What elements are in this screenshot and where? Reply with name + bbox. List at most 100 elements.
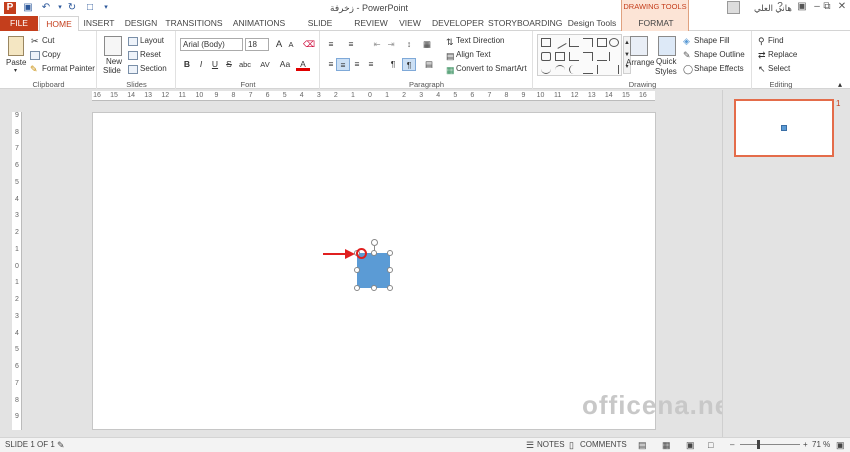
handle-left[interactable] bbox=[354, 267, 360, 273]
change-case-button[interactable]: Aa bbox=[276, 58, 294, 71]
right-to-left-icon[interactable]: ¶ bbox=[402, 58, 416, 71]
slide-sorter-icon[interactable]: ▦ bbox=[662, 440, 671, 451]
tab-insert[interactable]: INSERT bbox=[82, 16, 116, 31]
section-button[interactable]: Section bbox=[140, 64, 167, 73]
collapse-ribbon-icon[interactable]: ▴ bbox=[838, 80, 842, 89]
shape-oval-icon[interactable] bbox=[609, 38, 619, 47]
shape-outline-icon[interactable]: ✎ bbox=[683, 50, 691, 61]
left-to-right-icon[interactable]: ¶ bbox=[386, 58, 400, 71]
clear-formatting-icon[interactable]: ⌫ bbox=[302, 38, 316, 51]
layout-button[interactable]: Layout bbox=[140, 36, 164, 45]
customize-quick-access-icon[interactable]: ▾ bbox=[100, 2, 112, 14]
slideshow-view-icon[interactable]: □ bbox=[708, 440, 713, 450]
shape-arrow-down-icon[interactable] bbox=[609, 52, 619, 61]
underline-button[interactable]: U bbox=[208, 58, 222, 71]
undo-icon[interactable]: ↶ bbox=[40, 2, 52, 14]
find-button[interactable]: Find bbox=[768, 36, 784, 45]
columns-layout-icon[interactable]: ▤ bbox=[422, 58, 436, 71]
new-slide-label-2[interactable]: Slide bbox=[103, 66, 121, 75]
align-right-icon[interactable]: ≡ bbox=[350, 58, 364, 71]
align-text-button[interactable]: Align Text bbox=[456, 50, 491, 59]
bullets-icon[interactable]: ≡ bbox=[324, 38, 338, 51]
spelling-check-icon[interactable]: ✎ bbox=[57, 440, 65, 451]
reading-view-icon[interactable]: ▣ bbox=[686, 440, 695, 451]
quick-styles-icon[interactable] bbox=[658, 36, 676, 56]
smartart-icon[interactable]: ▦ bbox=[446, 65, 455, 76]
shape-effects-button[interactable]: Shape Effects bbox=[694, 64, 744, 73]
tab-review[interactable]: REVIEW bbox=[354, 16, 388, 31]
cut-button[interactable]: Cut bbox=[42, 36, 54, 45]
shape-curve-icon[interactable] bbox=[555, 65, 565, 74]
help-icon[interactable]: ? bbox=[770, 0, 790, 14]
convert-to-smartart-button[interactable]: Convert to SmartArt bbox=[456, 64, 527, 73]
tab-developer[interactable]: DEVELOPER bbox=[432, 16, 484, 31]
tab-file[interactable]: FILE bbox=[0, 16, 38, 31]
select-button[interactable]: Select bbox=[768, 64, 790, 73]
align-center-icon[interactable]: ≡ bbox=[336, 58, 350, 71]
shape-textbox-icon[interactable] bbox=[541, 38, 551, 47]
bold-button[interactable]: B bbox=[180, 58, 194, 71]
notes-button[interactable]: NOTES bbox=[537, 440, 565, 449]
justify-icon[interactable]: ≡ bbox=[364, 58, 378, 71]
shape-triangle-icon[interactable] bbox=[555, 52, 565, 61]
text-direction-icon[interactable]: ⇅ bbox=[446, 37, 454, 48]
shape-connector-icon[interactable] bbox=[583, 38, 593, 47]
increase-indent-icon[interactable]: ⇥ bbox=[384, 38, 398, 51]
line-spacing-icon[interactable]: ↕ bbox=[402, 38, 416, 51]
shape-fill-icon[interactable]: ◈ bbox=[683, 36, 690, 47]
zoom-slider-track[interactable] bbox=[740, 444, 800, 445]
character-spacing-button[interactable]: AV bbox=[256, 58, 274, 71]
text-direction-button[interactable]: Text Direction bbox=[456, 36, 504, 45]
handle-bottom[interactable] bbox=[371, 285, 377, 291]
comments-button[interactable]: COMMENTS bbox=[580, 440, 627, 449]
section-icon[interactable] bbox=[128, 65, 138, 74]
handle-right[interactable] bbox=[387, 267, 393, 273]
save-icon[interactable]: ▣ bbox=[22, 2, 34, 14]
shape-rectangle-icon[interactable] bbox=[597, 38, 607, 47]
select-icon[interactable]: ↖ bbox=[758, 64, 766, 75]
quick-styles-label[interactable]: Quick bbox=[656, 57, 676, 66]
handle-top[interactable] bbox=[371, 250, 377, 256]
start-slideshow-icon[interactable]: □ bbox=[84, 2, 96, 14]
comments-icon[interactable]: ▯ bbox=[569, 440, 574, 451]
font-name-input[interactable]: Arial (Body) bbox=[180, 38, 243, 51]
reset-icon[interactable] bbox=[128, 51, 138, 60]
shape-arrow-right-icon[interactable] bbox=[597, 52, 607, 61]
cut-icon[interactable]: ✂ bbox=[31, 36, 39, 47]
columns-icon[interactable]: ▦ bbox=[420, 38, 434, 51]
close-icon[interactable]: ✕ bbox=[832, 0, 850, 14]
shrink-font-button[interactable]: A bbox=[284, 38, 298, 51]
quick-styles-label-2[interactable]: Styles bbox=[655, 67, 677, 76]
handle-bottom-right[interactable] bbox=[387, 285, 393, 291]
font-size-input[interactable]: 18 bbox=[245, 38, 269, 51]
arrange-icon[interactable] bbox=[630, 36, 648, 56]
find-icon[interactable]: ⚲ bbox=[758, 36, 765, 47]
shape-step-icon[interactable] bbox=[583, 52, 593, 61]
text-shadow-button[interactable]: abc bbox=[236, 58, 254, 71]
copy-icon[interactable] bbox=[30, 51, 40, 60]
shape-bracket-icon[interactable] bbox=[569, 65, 579, 74]
reset-button[interactable]: Reset bbox=[140, 50, 161, 59]
user-avatar[interactable] bbox=[727, 1, 740, 14]
decrease-indent-icon[interactable]: ⇤ bbox=[370, 38, 384, 51]
handle-top-right[interactable] bbox=[387, 250, 393, 256]
tab-design[interactable]: DESIGN bbox=[124, 16, 158, 31]
tab-transitions[interactable]: TRANSITIONS bbox=[164, 16, 224, 31]
shape-wave-icon[interactable] bbox=[583, 65, 593, 74]
replace-icon[interactable]: ⇄ bbox=[758, 50, 766, 61]
normal-view-icon[interactable]: ▤ bbox=[638, 440, 647, 451]
zoom-level[interactable]: 71 % bbox=[812, 440, 830, 449]
shape-fill-button[interactable]: Shape Fill bbox=[694, 36, 730, 45]
layout-icon[interactable] bbox=[128, 37, 138, 46]
paste-dropdown-icon[interactable]: ▾ bbox=[14, 67, 17, 74]
undo-dropdown-icon[interactable]: ▾ bbox=[54, 2, 66, 14]
shape-effects-icon[interactable]: ◯ bbox=[683, 64, 693, 75]
italic-button[interactable]: I bbox=[194, 58, 208, 71]
zoom-in-icon[interactable]: + bbox=[803, 440, 808, 449]
shape-right-angle-icon[interactable] bbox=[569, 52, 579, 61]
tab-home[interactable]: HOME bbox=[39, 16, 79, 32]
replace-button[interactable]: Replace bbox=[768, 50, 797, 59]
numbering-icon[interactable]: ≡ bbox=[344, 38, 358, 51]
strikethrough-button[interactable]: S bbox=[222, 58, 236, 71]
format-painter-button[interactable]: Format Painter bbox=[42, 64, 95, 73]
